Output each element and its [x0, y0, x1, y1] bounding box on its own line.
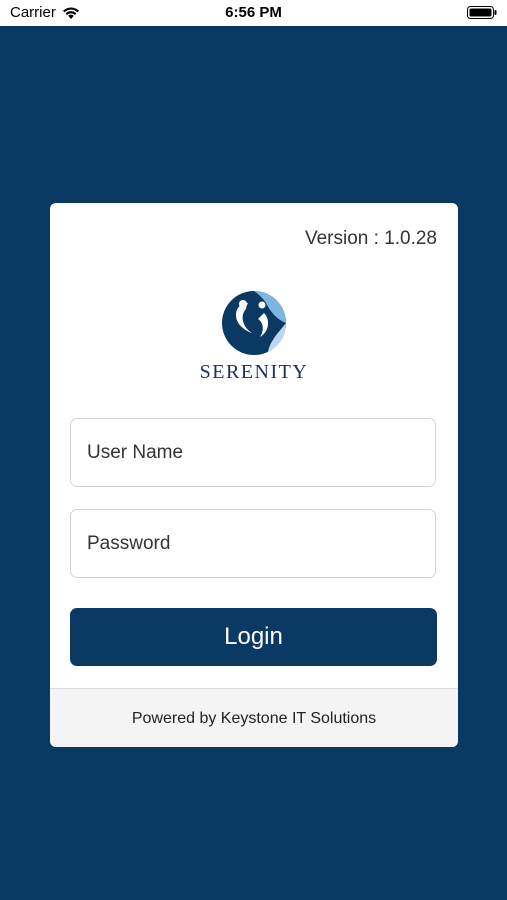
footer: Powered by Keystone IT Solutions — [50, 688, 458, 747]
logo-text: SERENITY — [199, 361, 309, 383]
login-button[interactable]: Login — [70, 608, 437, 666]
login-screen: Carrier 6:56 PM Version : 1.0.28 SERENIT… — [0, 0, 507, 900]
login-card: Version : 1.0.28 SERENITY Login Powered … — [50, 203, 458, 747]
password-input[interactable] — [71, 510, 435, 577]
status-time: 6:56 PM — [225, 4, 282, 21]
serenity-logo: SERENITY — [50, 289, 458, 384]
powered-by-label: Powered by Keystone IT Solutions — [131, 709, 377, 727]
battery-icon — [467, 6, 497, 19]
username-field — [70, 418, 436, 487]
password-field — [70, 509, 436, 578]
version-label: Version : 1.0.28 — [304, 228, 437, 249]
username-input[interactable] — [71, 419, 435, 486]
serenity-logo-icon — [222, 291, 287, 355]
status-bar: Carrier 6:56 PM — [0, 0, 507, 26]
